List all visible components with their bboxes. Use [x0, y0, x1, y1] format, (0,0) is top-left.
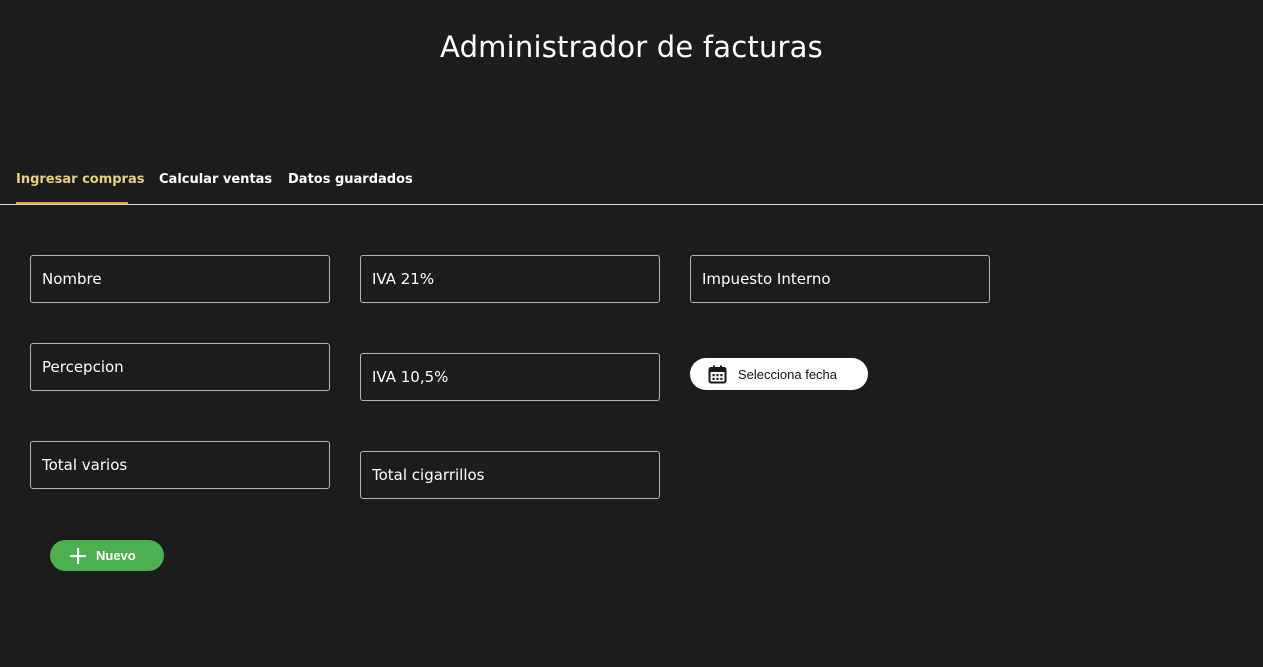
page-title: Administrador de facturas	[440, 30, 823, 64]
total-cigarrillos-field-container	[360, 451, 660, 499]
percepcion-field-container	[30, 343, 330, 391]
impuesto-interno-field-container	[690, 255, 990, 303]
iva-21-input[interactable]	[361, 256, 659, 302]
total-cigarrillos-input[interactable]	[361, 452, 659, 498]
tab-datos-guardados[interactable]: Datos guardados	[288, 172, 413, 187]
impuesto-interno-input[interactable]	[691, 256, 989, 302]
iva-105-input[interactable]	[361, 354, 659, 400]
nombre-field-container	[30, 255, 330, 303]
tab-calcular-ventas[interactable]: Calcular ventas	[159, 172, 272, 187]
iva-21-field-container	[360, 255, 660, 303]
tab-bar: Ingresar compras Calcular ventas Datos g…	[0, 160, 1263, 205]
select-date-button[interactable]: Selecciona fecha	[690, 358, 868, 390]
calendar-icon	[708, 365, 727, 384]
total-varios-input[interactable]	[31, 442, 329, 488]
new-button[interactable]: Nuevo	[50, 540, 164, 571]
select-date-label: Selecciona fecha	[738, 366, 838, 382]
percepcion-input[interactable]	[31, 344, 329, 390]
app-window: Administrador de facturas Ingresar compr…	[0, 0, 1263, 667]
nombre-input[interactable]	[31, 256, 329, 302]
iva-105-field-container	[360, 353, 660, 401]
active-tab-indicator	[16, 202, 128, 204]
total-varios-field-container	[30, 441, 330, 489]
new-button-label: Nuevo	[96, 548, 136, 563]
tab-ingresar-compras[interactable]: Ingresar compras	[16, 172, 144, 187]
plus-icon	[70, 547, 86, 564]
